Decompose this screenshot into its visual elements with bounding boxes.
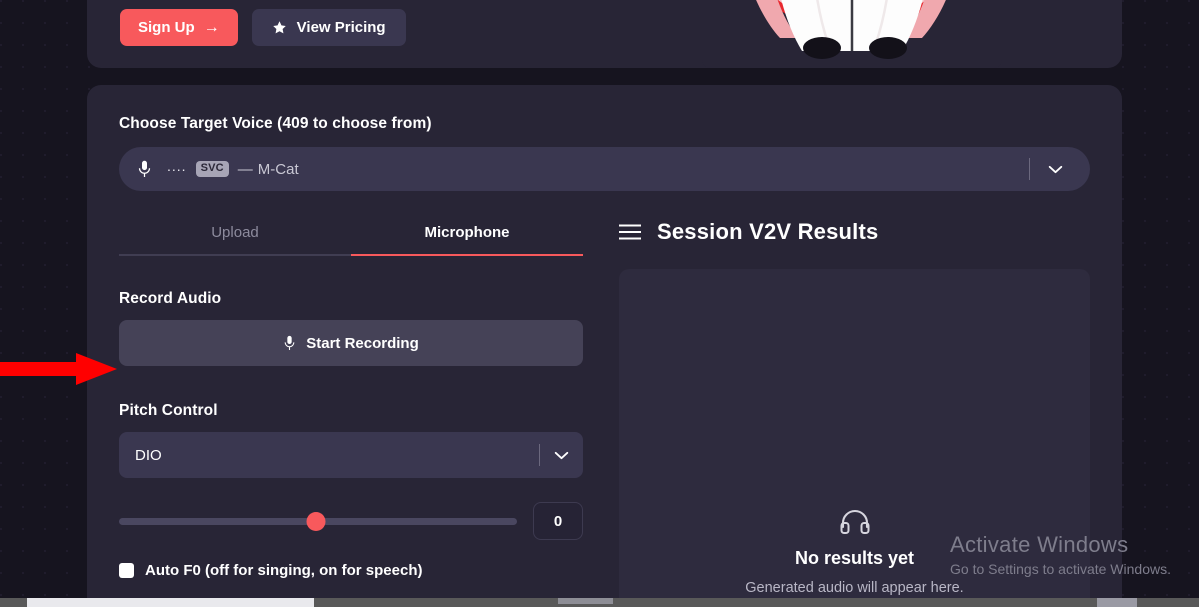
record-audio-label: Record Audio — [119, 290, 222, 307]
hamburger-menu-icon[interactable] — [619, 224, 641, 240]
microphone-icon — [138, 160, 151, 177]
pitch-algorithm-select[interactable]: DIO — [119, 432, 583, 478]
input-controls-column: Upload Microphone Record Audio Start Rec… — [119, 215, 583, 607]
results-panel: No results yet Generated audio will appe… — [619, 269, 1090, 607]
taskbar-tray[interactable] — [1097, 598, 1137, 607]
divider — [539, 444, 540, 466]
empty-state-subtitle: Generated audio will appear here. — [745, 580, 964, 596]
voice-type-tag: SVC — [195, 161, 229, 177]
divider — [1029, 158, 1030, 180]
voice-dots: .... — [167, 158, 187, 174]
star-icon — [272, 21, 286, 34]
voice-select-caret[interactable] — [1029, 147, 1084, 191]
taskbar-window-preview[interactable] — [27, 598, 314, 607]
pitch-slider-thumb[interactable] — [306, 511, 326, 531]
taskbar — [0, 598, 1199, 607]
start-recording-button[interactable]: Start Recording — [119, 320, 583, 366]
tab-upload-label: Upload — [211, 224, 259, 241]
voice-conversion-card: Choose Target Voice (409 to choose from)… — [87, 85, 1122, 607]
tab-upload[interactable]: Upload — [119, 215, 351, 256]
empty-state: No results yet Generated audio will appe… — [619, 509, 1090, 596]
view-pricing-button[interactable]: View Pricing — [251, 9, 406, 46]
taskbar-item[interactable] — [558, 598, 613, 604]
pitch-control-label: Pitch Control — [119, 402, 218, 419]
auto-f0-checkbox[interactable] — [119, 563, 134, 578]
hero-card: Sign Up → View Pricing — [87, 0, 1122, 68]
results-header: Session V2V Results — [619, 215, 1090, 245]
target-voice-select[interactable]: .... SVC — M-Cat — [119, 147, 1090, 191]
start-recording-label: Start Recording — [306, 334, 419, 352]
card-columns: Upload Microphone Record Audio Start Rec… — [119, 215, 1090, 607]
view-pricing-label: View Pricing — [296, 19, 386, 36]
pitch-slider[interactable] — [119, 509, 517, 533]
hero-illustration — [702, 0, 1002, 68]
arrow-right-icon: → — [203, 18, 220, 36]
sign-up-label: Sign Up — [138, 19, 195, 36]
pitch-slider-row: 0 — [119, 502, 583, 540]
microphone-icon — [284, 335, 295, 350]
pitch-value-box[interactable]: 0 — [533, 502, 583, 540]
choose-target-voice-label: Choose Target Voice (409 to choose from) — [119, 115, 432, 132]
voice-dash: — — [237, 160, 253, 178]
voice-name: M-Cat — [257, 160, 299, 178]
auto-f0-row[interactable]: Auto F0 (off for singing, on for speech) — [119, 562, 583, 579]
tab-microphone-label: Microphone — [424, 224, 510, 241]
tab-microphone[interactable]: Microphone — [351, 215, 583, 256]
auto-f0-label: Auto F0 (off for singing, on for speech) — [145, 562, 423, 579]
pitch-select-caret[interactable] — [539, 432, 583, 478]
headphones-icon — [840, 509, 869, 534]
chevron-down-icon — [1048, 165, 1063, 173]
source-tabs: Upload Microphone — [119, 215, 583, 256]
empty-state-title: No results yet — [794, 548, 915, 568]
results-column: Session V2V Results No results yet Gener… — [619, 215, 1090, 607]
chevron-down-icon — [554, 451, 569, 459]
pitch-algorithm-value: DIO — [135, 446, 162, 464]
results-title: Session V2V Results — [657, 219, 879, 244]
hero-action-buttons: Sign Up → View Pricing — [120, 9, 406, 46]
sign-up-button[interactable]: Sign Up → — [120, 9, 238, 46]
